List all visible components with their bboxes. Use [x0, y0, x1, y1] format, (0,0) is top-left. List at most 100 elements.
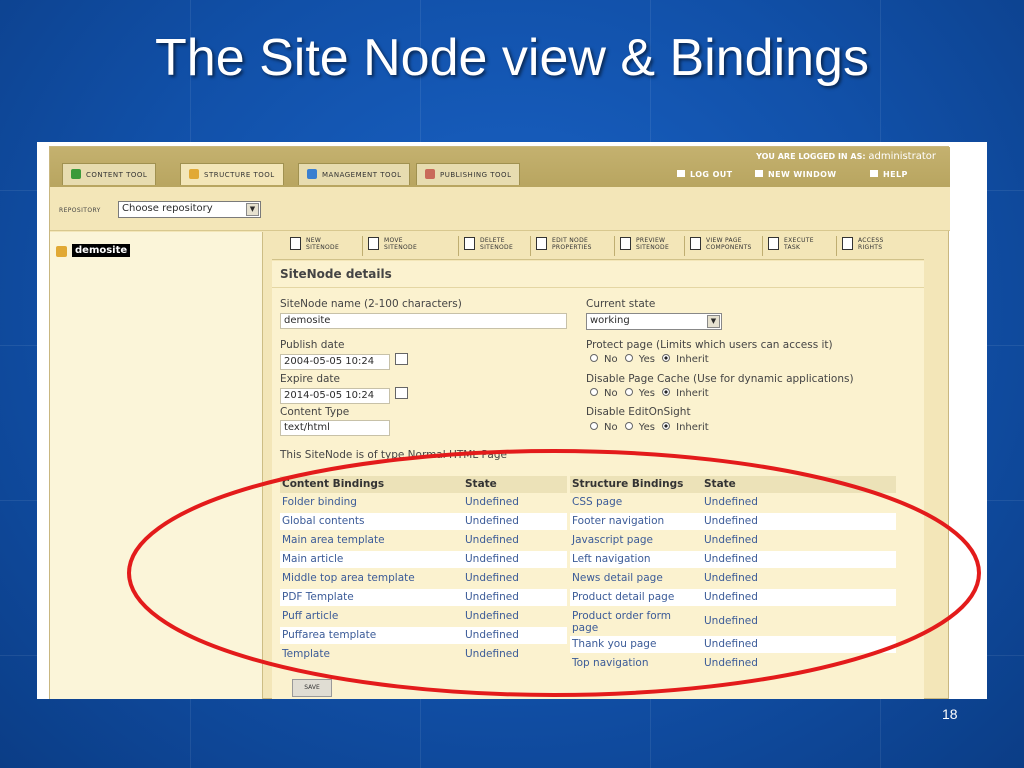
- new-window-link[interactable]: NEW WINDOW: [755, 170, 837, 179]
- calendar-icon[interactable]: [395, 353, 408, 365]
- disable-cache-label: Disable Page Cache (Use for dynamic appl…: [586, 373, 854, 385]
- repository-bar: REPOSITORY Choose repository ▼: [50, 187, 950, 231]
- dropdown-arrow-icon[interactable]: ▼: [707, 315, 720, 328]
- content-binding-row[interactable]: Puffarea template Undefined: [280, 627, 567, 644]
- structure-tool-icon: [189, 169, 199, 179]
- publish-date-label: Publish date: [280, 339, 345, 351]
- content-binding-name[interactable]: Main article: [282, 553, 343, 565]
- toolbar-separator: [684, 236, 685, 256]
- save-button[interactable]: SAVE: [292, 679, 332, 697]
- access-rights-icon: [842, 237, 853, 250]
- calendar-icon[interactable]: [395, 387, 408, 399]
- logout-icon: [677, 170, 685, 177]
- structure-binding-name[interactable]: Product detail page: [572, 591, 674, 603]
- sitenode-details-panel: SiteNode details SiteNode name (2-100 ch…: [272, 261, 924, 699]
- toolbar-button-execute-task[interactable]: EXECUTE TASK: [768, 237, 814, 251]
- tab-publishing-tool[interactable]: PUBLISHING TOOL: [416, 163, 521, 185]
- toolbar-button-new-sitenode[interactable]: NEW SITENODE: [290, 237, 339, 251]
- structure-binding-name[interactable]: Left navigation: [572, 553, 651, 565]
- toolbar-button-delete-sitenode[interactable]: DELETE SITENODE: [464, 237, 513, 251]
- structure-binding-name[interactable]: Javascript page: [572, 534, 653, 546]
- delete-sitenode-icon: [464, 237, 475, 250]
- logout-link[interactable]: LOG OUT: [677, 170, 733, 179]
- help-link[interactable]: HELP: [870, 170, 908, 179]
- new-window-icon: [755, 170, 763, 177]
- sitenode-name-label: SiteNode name (2-100 characters): [280, 298, 462, 310]
- tab-management-tool[interactable]: MANAGEMENT TOOL: [298, 163, 411, 185]
- content-binding-row[interactable]: PDF Template Undefined: [280, 589, 567, 606]
- screenshot-frame: CONTENT TOOL STRUCTURE TOOL MANAGEMENT TOO…: [37, 142, 987, 699]
- protect-page-radios: No Yes Inherit: [586, 354, 709, 365]
- current-state-select[interactable]: working ▼: [586, 313, 722, 330]
- content-binding-state: Undefined: [465, 591, 519, 603]
- cache-yes-radio[interactable]: [624, 388, 633, 396]
- structure-binding-row[interactable]: Thank you page Undefined: [570, 636, 896, 653]
- structure-binding-name[interactable]: News detail page: [572, 572, 663, 584]
- structure-binding-state: Undefined: [704, 591, 758, 603]
- content-binding-name[interactable]: PDF Template: [282, 591, 354, 603]
- structure-binding-name[interactable]: Footer navigation: [572, 515, 664, 527]
- tree-node-demosite[interactable]: demosite: [72, 244, 131, 257]
- content-binding-name[interactable]: Folder binding: [282, 496, 357, 508]
- content-binding-row[interactable]: Main area template Undefined: [280, 532, 567, 549]
- expire-date-input[interactable]: 2014-05-05 10:24: [280, 388, 390, 404]
- toolbar-button-label: MOVE SITENODE: [384, 237, 418, 251]
- content-binding-row[interactable]: Puff article Undefined: [280, 608, 567, 625]
- structure-binding-name[interactable]: Product order form page: [572, 610, 671, 634]
- current-state-value: working: [590, 315, 630, 326]
- content-binding-row[interactable]: Main article Undefined: [280, 551, 567, 568]
- structure-binding-name[interactable]: CSS page: [572, 496, 622, 508]
- content-binding-state: Undefined: [465, 515, 519, 527]
- structure-binding-row[interactable]: Product detail page Undefined: [570, 589, 896, 606]
- toolbar-separator: [362, 236, 363, 256]
- site-tree-pane: demosite: [50, 232, 263, 699]
- tab-structure-tool[interactable]: STRUCTURE TOOL: [180, 163, 284, 185]
- structure-binding-row[interactable]: CSS page Undefined: [570, 494, 896, 511]
- structure-binding-name[interactable]: Top navigation: [572, 657, 649, 669]
- editonsight-inherit-radio[interactable]: [662, 422, 671, 430]
- content-binding-name[interactable]: Puffarea template: [282, 629, 376, 641]
- cache-inherit-radio[interactable]: [662, 388, 671, 396]
- structure-binding-row[interactable]: News detail page Undefined: [570, 570, 896, 587]
- content-binding-row[interactable]: Folder binding Undefined: [280, 494, 567, 511]
- content-binding-name[interactable]: Puff article: [282, 610, 338, 622]
- editonsight-yes-radio[interactable]: [624, 422, 633, 430]
- toolbar-button-move-sitenode[interactable]: MOVE SITENODE: [368, 237, 418, 251]
- structure-binding-row[interactable]: Footer navigation Undefined: [570, 513, 896, 530]
- content-binding-name[interactable]: Middle top area template: [282, 572, 415, 584]
- dropdown-arrow-icon[interactable]: ▼: [246, 203, 259, 216]
- repository-select[interactable]: Choose repository ▼: [118, 201, 261, 218]
- structure-binding-row[interactable]: Javascript page Undefined: [570, 532, 896, 549]
- cms-app-window: CONTENT TOOL STRUCTURE TOOL MANAGEMENT TOO…: [49, 146, 950, 699]
- toolbar-button-view-components[interactable]: VIEW PAGE COMPONENTS: [690, 237, 752, 251]
- content-binding-state: Undefined: [465, 553, 519, 565]
- sitenode-name-input[interactable]: demosite: [280, 313, 567, 329]
- structure-binding-name[interactable]: Thank you page: [572, 638, 656, 650]
- content-state-header: State: [465, 478, 497, 490]
- editonsight-no-radio[interactable]: [590, 422, 598, 430]
- publishing-tool-icon: [425, 169, 435, 179]
- publish-date-input[interactable]: 2004-05-05 10:24: [280, 354, 390, 370]
- radio-yes-label: Yes: [638, 422, 655, 433]
- structure-binding-state: Undefined: [704, 638, 758, 650]
- structure-binding-row[interactable]: Product order form page Undefined: [570, 608, 896, 634]
- content-type-input[interactable]: text/html: [280, 420, 390, 436]
- view-components-icon: [690, 237, 701, 250]
- structure-binding-row[interactable]: Top navigation Undefined: [570, 655, 896, 672]
- content-binding-row[interactable]: Global contents Undefined: [280, 513, 567, 530]
- toolbar-button-preview-sitenode[interactable]: PREVIEW SITENODE: [620, 237, 669, 251]
- toolbar-button-access-rights[interactable]: ACCESS RIGHTS: [842, 237, 884, 251]
- content-binding-name[interactable]: Main area template: [282, 534, 385, 546]
- content-binding-name[interactable]: Global contents: [282, 515, 365, 527]
- content-binding-name[interactable]: Template: [282, 648, 330, 660]
- protect-yes-radio[interactable]: [624, 354, 633, 362]
- content-binding-row[interactable]: Middle top area template Undefined: [280, 570, 567, 587]
- cache-no-radio[interactable]: [590, 388, 598, 396]
- radio-no-label: No: [604, 388, 618, 399]
- tab-content-tool[interactable]: CONTENT TOOL: [62, 163, 157, 185]
- structure-binding-row[interactable]: Left navigation Undefined: [570, 551, 896, 568]
- protect-no-radio[interactable]: [590, 354, 598, 362]
- toolbar-button-edit-properties[interactable]: EDIT NODE PROPERTIES: [536, 237, 592, 251]
- protect-inherit-radio[interactable]: [662, 354, 671, 362]
- content-binding-row[interactable]: Template Undefined: [280, 646, 567, 663]
